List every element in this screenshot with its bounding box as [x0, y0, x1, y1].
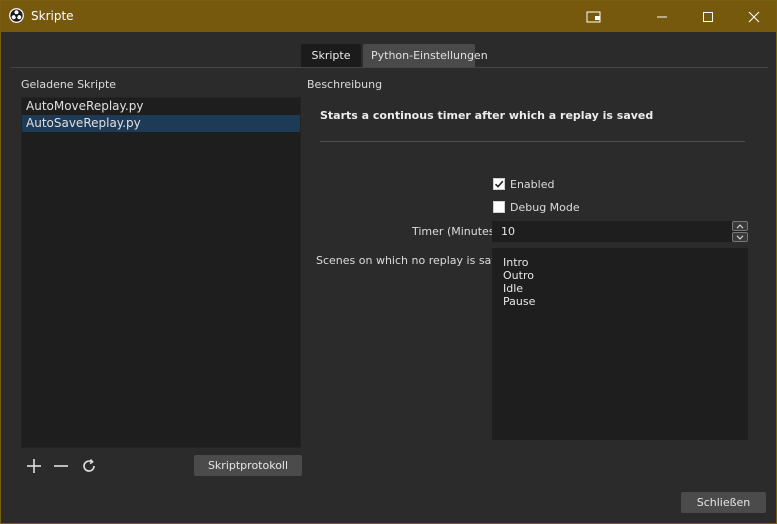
plus-icon	[27, 459, 41, 473]
enabled-checkbox-row[interactable]: Enabled	[493, 177, 554, 191]
chevron-up-icon	[736, 223, 744, 229]
enabled-label: Enabled	[510, 177, 555, 191]
list-item[interactable]: AutoMoveReplay.py	[22, 98, 300, 115]
description-heading: Beschreibung	[307, 78, 383, 91]
enabled-checkbox[interactable]	[493, 178, 505, 190]
loaded-scripts-heading: Geladene Skripte	[21, 78, 117, 91]
chevron-down-icon	[736, 234, 744, 240]
debug-checkbox-row[interactable]: Debug Mode	[493, 200, 580, 214]
scenes-label: Scenes on which no replay is saved	[316, 254, 512, 267]
script-log-button[interactable]: Skriptprotokoll	[194, 455, 302, 476]
reload-script-button[interactable]	[79, 456, 99, 476]
maximize-button[interactable]	[685, 1, 731, 32]
remove-script-button[interactable]	[51, 456, 71, 476]
tab-python-settings[interactable]: Python-Einstellungen	[363, 44, 488, 67]
scenes-textarea[interactable]: Intro Outro Idle Pause	[492, 248, 748, 440]
scene-line: Idle	[503, 282, 524, 295]
scene-line: Outro	[503, 269, 534, 282]
timer-label: Timer (Minutes)	[412, 225, 499, 238]
add-script-button[interactable]	[24, 456, 44, 476]
window-title: Skripte	[31, 9, 74, 23]
scene-line: Intro	[503, 256, 529, 269]
minimize-icon	[657, 16, 667, 17]
list-item-selected[interactable]: AutoSaveReplay.py	[22, 115, 300, 132]
tab-divider	[11, 67, 768, 68]
close-window-button[interactable]	[731, 1, 777, 32]
title-bar: Skripte	[1, 1, 776, 32]
timer-value: 10	[501, 225, 515, 238]
tab-scripts[interactable]: Skripte	[301, 44, 361, 67]
pin-window-icon	[586, 11, 601, 22]
maximize-icon	[703, 11, 713, 22]
loaded-scripts-list[interactable]: AutoMoveReplay.py AutoSaveReplay.py	[21, 97, 301, 448]
refresh-icon	[83, 459, 95, 472]
timer-decrement-button[interactable]	[732, 232, 748, 242]
minimize-button[interactable]	[639, 1, 685, 32]
close-icon	[748, 11, 760, 22]
description-separator	[320, 141, 745, 142]
close-button[interactable]: Schließen	[681, 492, 766, 513]
timer-spinbox[interactable]: 10	[492, 221, 748, 242]
debug-mode-checkbox[interactable]	[493, 201, 505, 213]
debug-mode-label: Debug Mode	[510, 200, 580, 214]
pin-window-button[interactable]	[571, 1, 617, 32]
timer-increment-button[interactable]	[732, 221, 748, 231]
obs-logo-icon	[9, 8, 24, 23]
minus-icon	[54, 465, 68, 467]
checkmark-icon	[494, 180, 504, 188]
script-description: Starts a continous timer after which a r…	[320, 109, 654, 122]
scripts-window: Skripte Skripte Python-Einstellungen Gel…	[0, 0, 777, 524]
scene-line: Pause	[503, 295, 536, 308]
